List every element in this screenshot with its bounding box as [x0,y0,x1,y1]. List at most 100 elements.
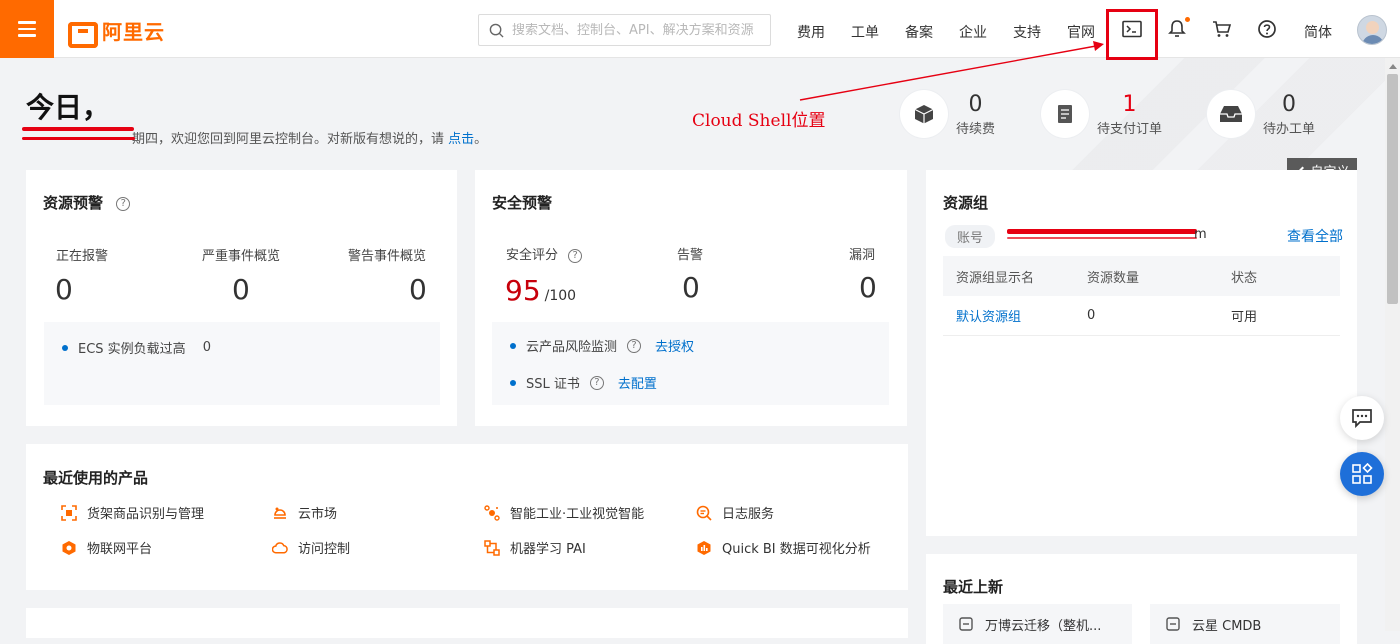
industry-icon [484,504,500,521]
column-header: 资源数量 [1087,270,1140,286]
product-item[interactable]: 货架商品识别与管理 [61,503,204,522]
product-label: 机器学习 PAI [510,542,586,557]
product-item[interactable]: Quick BI 数据可视化分析 [696,538,871,557]
product-label: Quick BI 数据可视化分析 [722,542,871,557]
chat-icon [1352,409,1372,428]
product-label: 云市场 [298,507,338,522]
authorize-link[interactable]: 去授权 [655,336,694,355]
bullet-dot [510,379,516,386]
status-text: 可用 [1231,310,1258,325]
product-item[interactable]: 机器学习 PAI [484,538,586,557]
bullet-dot [510,342,516,349]
next-card [26,608,908,638]
security-item-label: SSL 证书 [526,377,580,392]
product-label: 智能工业·工业视觉智能 [510,507,645,522]
security-item: SSL 证书 ? 去配置 [510,373,657,392]
ml-icon [484,539,500,556]
security-item: 云产品风险监测 ? 去授权 [510,336,694,355]
score-value: 95 [505,274,541,307]
help-icon[interactable]: ? [627,338,642,353]
stat-renewal[interactable]: 0 待续费 [900,90,995,138]
product-label: 访问控制 [298,542,351,557]
resource-group-card: 资源组 账号 m 查看全部 资源组显示名 资源数量 状态 默认资源组 0 可用 [926,170,1357,536]
unpaid-orders-count: 1 [1122,91,1137,117]
unpaid-orders-label: 待支付订单 [1097,121,1163,137]
inbox-icon [1207,90,1255,138]
alert-item[interactable]: ECS 实例负载过高 0 [62,338,211,357]
view-all-link[interactable]: 查看全部 [1287,226,1343,246]
product-label: 物联网平台 [87,542,153,557]
product-label: 日志服务 [722,507,775,522]
alert-item-label: ECS 实例负载过高 [78,342,186,357]
stat-todo-tickets[interactable]: 0 待办工单 [1207,90,1315,138]
metric-label: 正在报警 [56,249,109,264]
cloud-shell-annotation: Cloud Shell位置 [692,111,826,131]
product-item[interactable]: 云市场 [272,503,337,522]
log-icon [696,505,712,521]
recent-launches-title: 最近上新 [943,578,1004,596]
order-icon [1041,90,1089,138]
alert-detail-box [44,322,440,405]
score-label: 安全评分 ? [506,244,583,263]
table-header: 资源组显示名 资源数量 状态 [943,256,1340,296]
card-title: 资源预警 ? [43,192,131,213]
metric-label: 警告事件概览 [348,249,427,264]
security-score[interactable]: 95/100 [505,274,576,307]
metric-value[interactable]: 0 [232,273,250,306]
score-max: /100 [544,288,577,304]
alarm-label: 告警 [677,248,704,263]
column-header: 状态 [1231,270,1258,286]
launch-item[interactable]: 万博云迁移（整机... [943,604,1132,644]
resource-alert-title: 资源预警 [43,194,104,212]
account-suffix: m [1194,227,1207,242]
security-item-label: 云产品风险监测 [526,340,618,355]
product-item[interactable]: 智能工业·工业视觉智能 [484,503,644,522]
product-item[interactable]: 访问控制 [272,538,350,557]
help-icon[interactable]: ? [589,375,604,390]
todo-tickets-label: 待办工单 [1263,121,1316,137]
product-item[interactable]: 日志服务 [696,503,774,522]
renewal-label: 待续费 [956,121,996,137]
redaction-mark [1007,229,1197,234]
box-icon [900,90,948,138]
product-icon [959,617,973,631]
security-detail-box [492,322,889,405]
resource-group-title: 资源组 [943,194,989,212]
alert-item-value: 0 [202,340,211,355]
resource-count: 0 [1087,308,1096,323]
product-item[interactable]: 物联网平台 [61,538,152,557]
redaction-mark [1007,237,1197,239]
security-alert-title: 安全预警 [492,194,553,212]
resource-alert-card: 资源预警 ? 正在报警 0 严重事件概览 0 警告事件概览 0 ECS 实例负载… [26,170,457,426]
help-icon[interactable]: ? [116,196,131,211]
table-row: 默认资源组 0 可用 [943,296,1340,336]
iot-icon [61,540,77,556]
apps-button[interactable] [1340,452,1384,496]
renewal-count: 0 [968,91,983,117]
apps-icon [1352,463,1373,484]
launch-item[interactable]: 云星 CMDB [1150,604,1340,644]
cloud-access-icon [272,540,288,556]
vuln-value[interactable]: 0 [859,271,877,304]
account-tag: 账号 [945,225,996,248]
configure-link[interactable]: 去配置 [618,373,657,392]
chat-button[interactable] [1340,396,1384,440]
resource-group-name-link[interactable]: 默认资源组 [943,306,1087,325]
score-label-text: 安全评分 [506,248,559,263]
scan-icon [61,504,77,521]
stat-unpaid-orders[interactable]: 1 待支付订单 [1041,90,1162,138]
product-icon [1166,617,1180,631]
bi-icon [696,540,712,556]
recent-products-card: 最近使用的产品 货架商品识别与管理 云市场 智能工业·工业视觉智能 日志服务 物… [26,444,908,590]
help-icon[interactable]: ? [568,248,583,263]
metric-label: 严重事件概览 [202,249,281,264]
metric-value[interactable]: 0 [409,273,427,306]
alarm-value[interactable]: 0 [682,271,700,304]
column-header: 资源组显示名 [956,270,1035,286]
bullet-dot [62,344,68,351]
metric-value[interactable]: 0 [55,273,73,306]
security-alert-card: 安全预警 安全评分 ? 95/100 告警 0 漏洞 0 云产品风险监测 ? 去… [475,170,907,426]
vuln-label: 漏洞 [849,248,876,263]
product-label: 货架商品识别与管理 [87,507,205,522]
recent-products-title: 最近使用的产品 [43,469,149,487]
